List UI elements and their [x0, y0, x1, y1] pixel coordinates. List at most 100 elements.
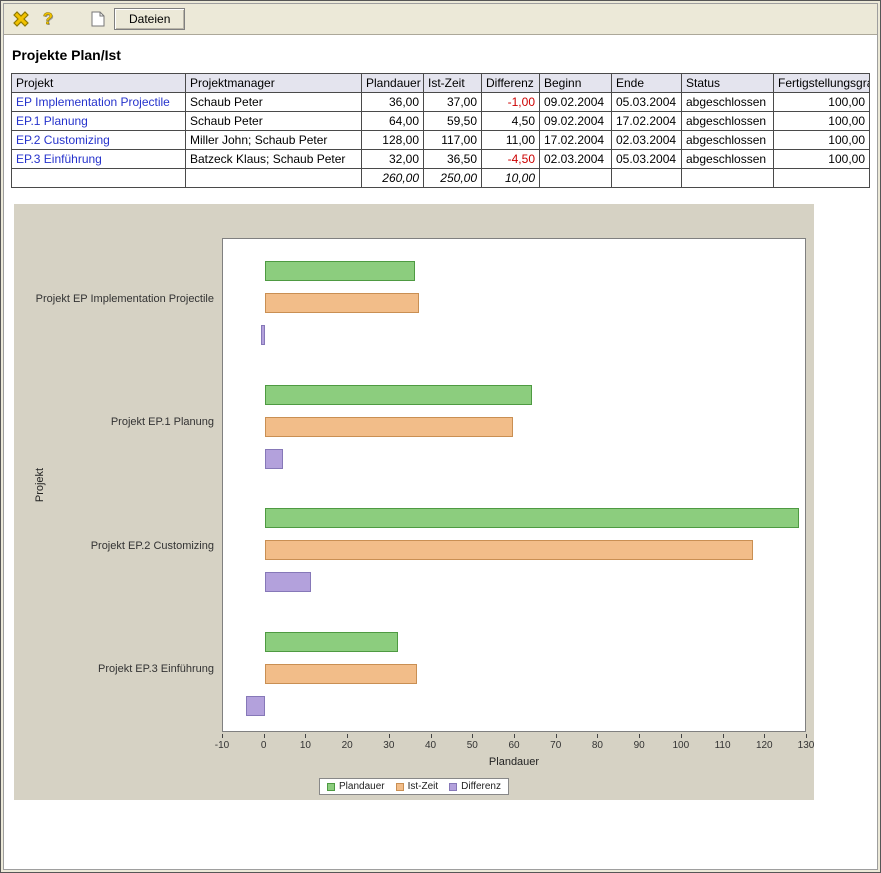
chart-bar-plandauer: [265, 508, 799, 528]
x-axis-tick-label: 130: [798, 740, 815, 751]
window-inner: ? ? Dateien Projekte Plan/Ist ProjektPro…: [3, 3, 878, 870]
x-axis-tick: [597, 734, 598, 738]
table-cell: abgeschlossen: [682, 150, 774, 169]
total-cell: [12, 169, 186, 188]
table-cell: abgeschlossen: [682, 93, 774, 112]
x-axis-tick: [472, 734, 473, 738]
table-row: EP.3 Einführung Batzeck Klaus; Schaub Pet…: [12, 150, 870, 169]
x-axis-tick-label: 110: [715, 740, 731, 751]
column-header: Plandauer: [362, 74, 424, 93]
chart-category-label: Projekt EP.2 Customizing: [91, 540, 214, 552]
total-cell: [774, 169, 870, 188]
table-cell: 64,00: [362, 112, 424, 131]
table-cell: 37,00: [424, 93, 482, 112]
x-axis-tick: [514, 734, 515, 738]
table-cell: abgeschlossen: [682, 112, 774, 131]
table-cell: 09.02.2004: [540, 93, 612, 112]
column-header: Projekt: [12, 74, 186, 93]
table-cell: 32,00: [362, 150, 424, 169]
close-icon[interactable]: [10, 8, 32, 30]
chart-bar-differenz: [265, 449, 284, 469]
table-cell: 100,00: [774, 112, 870, 131]
x-axis-tick: [264, 734, 265, 738]
table-cell: 100,00: [774, 93, 870, 112]
table-header: ProjektProjektmanagerPlandauerIst-ZeitDi…: [12, 74, 870, 93]
x-axis-tick: [431, 734, 432, 738]
table-cell: EP.3 Einführung: [12, 150, 186, 169]
total-cell: 250,00: [424, 169, 482, 188]
x-axis-tick-label: 40: [425, 740, 436, 751]
table-cell: 02.03.2004: [540, 150, 612, 169]
x-axis-tick-label: 0: [261, 740, 267, 751]
x-axis-tick: [222, 734, 223, 738]
x-axis-tick: [764, 734, 765, 738]
x-axis-tick-label: -10: [215, 740, 229, 751]
column-header: Projektmanager: [186, 74, 362, 93]
x-axis-tick: [681, 734, 682, 738]
table-cell: 05.03.2004: [612, 93, 682, 112]
table-cell: EP Implementation Projectile: [12, 93, 186, 112]
legend-swatch: [327, 783, 335, 791]
column-header: Ende: [612, 74, 682, 93]
legend-item: Plandauer: [327, 781, 385, 792]
project-link[interactable]: EP.1 Planung: [16, 114, 88, 128]
chart-bar-differenz: [246, 696, 265, 716]
chart-bar-plandauer: [265, 385, 532, 405]
total-cell: 260,00: [362, 169, 424, 188]
legend-label: Differenz: [461, 781, 501, 792]
total-cell: [682, 169, 774, 188]
legend-label: Ist-Zeit: [408, 781, 439, 792]
table-cell: 36,50: [424, 150, 482, 169]
table-cell: 02.03.2004: [612, 131, 682, 150]
app-window: ? ? Dateien Projekte Plan/Ist ProjektPro…: [0, 0, 881, 873]
chart-bar-ist-zeit: [265, 417, 513, 437]
chart-bar-plandauer: [265, 261, 415, 281]
table-cell: Batzeck Klaus; Schaub Peter: [186, 150, 362, 169]
chart-bar-ist-zeit: [265, 293, 419, 313]
svg-text:?: ?: [43, 9, 53, 28]
chart-category-label: Projekt EP.1 Planung: [111, 416, 214, 428]
x-axis-tick: [556, 734, 557, 738]
legend-swatch: [449, 783, 457, 791]
x-axis-tick: [305, 734, 306, 738]
projects-table: ProjektProjektmanagerPlandauerIst-ZeitDi…: [11, 73, 870, 188]
total-cell: 10,00: [482, 169, 540, 188]
x-axis-tick: [723, 734, 724, 738]
x-axis-tick-label: 70: [550, 740, 561, 751]
legend-label: Plandauer: [339, 781, 385, 792]
table-cell: Schaub Peter: [186, 112, 362, 131]
chart-bar-differenz: [265, 572, 311, 592]
table-cell: -1,00: [482, 93, 540, 112]
chart-panel: Plandauer Projekt PlandauerIst-ZeitDiffe…: [14, 204, 814, 800]
x-axis-tick: [347, 734, 348, 738]
table-cell: 100,00: [774, 131, 870, 150]
totals-row: 260,00250,0010,00: [12, 169, 870, 188]
table-cell: 36,00: [362, 93, 424, 112]
chart-category-label: Projekt EP Implementation Projectile: [36, 293, 214, 305]
project-link[interactable]: EP Implementation Projectile: [16, 95, 170, 109]
chart-plot-area: [222, 238, 806, 732]
help-icon[interactable]: ? ?: [37, 8, 59, 30]
x-axis-tick-label: 90: [634, 740, 645, 751]
x-axis-tick-label: 120: [756, 740, 773, 751]
x-axis-tick: [806, 734, 807, 738]
chart-x-axis-label: Plandauer: [222, 756, 806, 768]
dateien-button[interactable]: Dateien: [114, 8, 185, 30]
project-link[interactable]: EP.3 Einführung: [16, 152, 102, 166]
x-axis-tick-label: 30: [383, 740, 394, 751]
x-axis-tick-label: 60: [508, 740, 519, 751]
total-cell: [612, 169, 682, 188]
document-icon[interactable]: [87, 8, 109, 30]
project-link[interactable]: EP.2 Customizing: [16, 133, 110, 147]
total-cell: [186, 169, 362, 188]
table-cell: abgeschlossen: [682, 131, 774, 150]
table-row: EP Implementation ProjectileSchaub Peter…: [12, 93, 870, 112]
table-cell: 59,50: [424, 112, 482, 131]
x-axis-tick-label: 100: [673, 740, 690, 751]
table-cell: 100,00: [774, 150, 870, 169]
chart-bar-differenz: [261, 325, 265, 345]
table-row: EP.1 PlanungSchaub Peter64,0059,504,5009…: [12, 112, 870, 131]
chart-bar-ist-zeit: [265, 540, 753, 560]
column-header: Ist-Zeit: [424, 74, 482, 93]
legend-item: Differenz: [449, 781, 501, 792]
